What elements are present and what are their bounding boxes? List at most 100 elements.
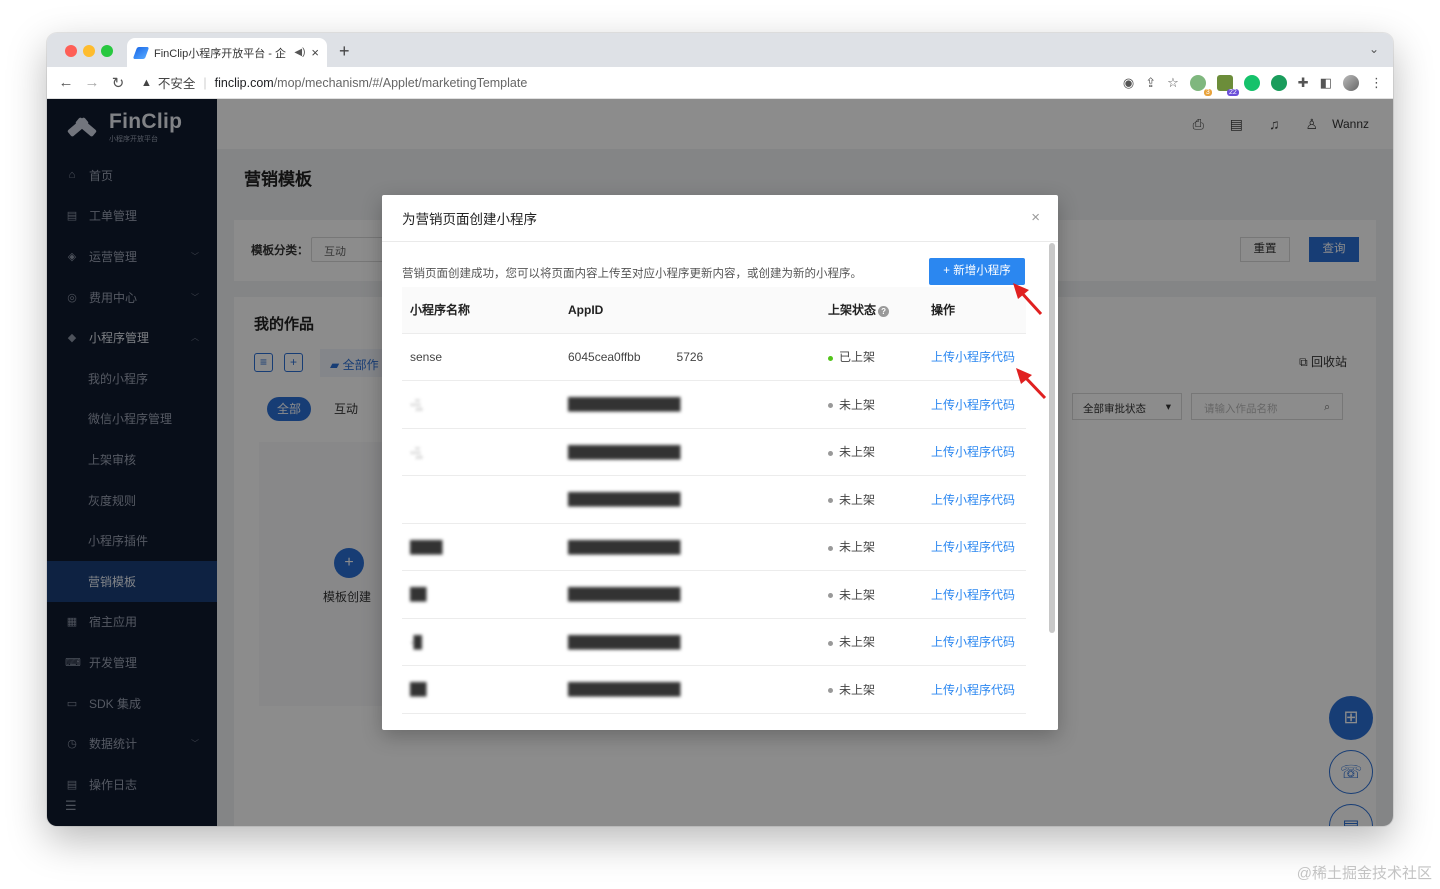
cell-appid: ██████████████: [560, 570, 820, 619]
extension-icon[interactable]: [1270, 75, 1287, 91]
cell-name: ··̗̈·͕: [402, 380, 560, 429]
cell-status: 未上架: [820, 380, 923, 429]
status-dot: [828, 355, 833, 361]
add-miniprogram-button[interactable]: + 新增小程序: [929, 258, 1025, 285]
grammarly-icon[interactable]: [1243, 75, 1260, 91]
tab-search-icon[interactable]: ⌄: [1369, 42, 1379, 56]
cell-action: 上传小程序代码: [923, 428, 1026, 476]
eye-icon[interactable]: ◉: [1123, 75, 1134, 91]
url-separator: |: [203, 75, 207, 90]
status-text: 未上架: [839, 587, 876, 602]
question-icon[interactable]: ?: [878, 305, 890, 317]
extension-badge: 3: [1203, 89, 1212, 96]
cell-status: 未上架: [820, 618, 923, 666]
appid-value: ██████████████: [568, 492, 681, 507]
upload-code-link[interactable]: 上传小程序代码: [931, 398, 1015, 412]
miniprogram-name: ██: [410, 682, 427, 697]
upload-code-link[interactable]: 上传小程序代码: [931, 588, 1015, 602]
profile-avatar[interactable]: [1343, 75, 1359, 91]
table-row: ██ ██████████████ 未上架 上传小程序代码: [402, 570, 1026, 619]
forward-icon[interactable]: →: [79, 74, 105, 91]
col-status-label: 上架状态: [828, 303, 877, 318]
appid-value: ██████████████: [568, 587, 681, 602]
appid-value: 6045cea0ffbb 5726: [568, 349, 704, 364]
reload-icon[interactable]: ↻: [105, 74, 131, 92]
url-host: finclip.com: [214, 75, 274, 90]
col-appid: AppID: [560, 287, 820, 334]
cell-appid: ██████████████: [560, 428, 820, 476]
create-miniprogram-dialog: 为营销页面创建小程序 × 营销页面创建成功，您可以将页面内容上传至对应小程序更新…: [382, 195, 1058, 730]
cell-name: sense: [402, 333, 560, 381]
status-dot: [828, 403, 833, 409]
table-row: ██████████████ 未上架 上传小程序代码: [402, 475, 1026, 524]
extension-icon[interactable]: 22: [1216, 75, 1239, 96]
maximize-window-icon[interactable]: [101, 45, 113, 57]
cell-status: 未上架: [820, 475, 923, 524]
appid-value: ██████████████: [568, 397, 681, 412]
cell-name: [402, 475, 560, 524]
status-text: 未上架: [839, 635, 876, 650]
appid-value: ██████████████: [568, 539, 681, 554]
address-bar[interactable]: ▲ 不安全 | finclip.com /mop/mechanism/#/App…: [141, 73, 527, 92]
bookmark-star-icon[interactable]: ☆: [1167, 75, 1179, 91]
upload-code-link[interactable]: 上传小程序代码: [931, 493, 1015, 507]
cell-appid: 6045cea0ffbb 5726: [560, 333, 820, 381]
cell-name: ·█: [402, 618, 560, 666]
cell-status: 未上架: [820, 570, 923, 619]
cell-status: 已上架: [820, 333, 923, 381]
cell-action: 上传小程序代码: [923, 523, 1026, 571]
col-action: 操作: [923, 287, 1026, 334]
tab-title: FinClip小程序开放平台 - 企: [154, 47, 287, 60]
tab-strip: FinClip小程序开放平台 - 企 ◀) × + ⌄: [47, 33, 1393, 67]
appid-value: ██████████████: [568, 682, 681, 697]
status-text: 未上架: [839, 492, 876, 507]
cell-status: 未上架: [820, 665, 923, 714]
status-text: 未上架: [839, 682, 876, 697]
status-text: 未上架: [839, 540, 876, 555]
cell-action: 上传小程序代码: [923, 475, 1026, 524]
status-dot: [828, 593, 833, 599]
miniprogram-table: 小程序名称 AppID 上架状态? 操作 sense 6045cea0ffbb 5…: [402, 287, 1026, 714]
back-icon[interactable]: ←: [53, 74, 79, 91]
url-path: /mop/mechanism/#/Applet/marketingTemplat…: [273, 75, 528, 90]
status-dot: [828, 640, 833, 646]
new-tab-icon[interactable]: +: [339, 41, 350, 62]
status-dot: [828, 498, 833, 504]
upload-code-link[interactable]: 上传小程序代码: [931, 540, 1015, 554]
puzzle-icon[interactable]: ✚: [1298, 75, 1309, 91]
browser-tab[interactable]: FinClip小程序开放平台 - 企 ◀) ×: [127, 38, 327, 67]
close-icon[interactable]: ×: [1031, 209, 1040, 226]
sidepanel-icon[interactable]: ◧: [1320, 75, 1332, 91]
more-menu-icon[interactable]: ⋮: [1370, 75, 1383, 91]
cell-status: 未上架: [820, 428, 923, 476]
upload-code-link[interactable]: 上传小程序代码: [931, 635, 1015, 649]
browser-tools: ◉ ⇪ ☆ 3 22 ✚ ◧ ⋮: [1123, 67, 1383, 99]
col-status: 上架状态?: [820, 287, 923, 334]
status-dot: [828, 688, 833, 694]
cell-appid: ██████████████: [560, 380, 820, 429]
status-dot: [828, 545, 833, 551]
upload-code-link[interactable]: 上传小程序代码: [931, 683, 1015, 697]
extension-icon[interactable]: 3: [1189, 75, 1212, 96]
speaker-icon[interactable]: ◀): [294, 47, 305, 58]
status-text: 未上架: [839, 397, 876, 412]
upload-code-link[interactable]: 上传小程序代码: [931, 445, 1015, 459]
tab-close-icon[interactable]: ×: [311, 45, 319, 60]
finclip-favicon-icon: [132, 46, 150, 59]
browser-toolbar: ← → ↻ ▲ 不安全 | finclip.com /mop/mechanism…: [47, 67, 1393, 99]
table-row: ██ ██████████████ 未上架 上传小程序代码: [402, 665, 1026, 714]
miniprogram-name: ████: [410, 539, 443, 554]
dialog-scrollbar[interactable]: [1049, 243, 1055, 633]
close-window-icon[interactable]: [65, 45, 77, 57]
cell-appid: ██████████████: [560, 523, 820, 571]
minimize-window-icon[interactable]: [83, 45, 95, 57]
miniprogram-name: ██: [410, 587, 427, 602]
share-icon[interactable]: ⇪: [1145, 75, 1156, 91]
table-row: ··̗̈·͕ ██████████████ 未上架 上传小程序代码: [402, 428, 1026, 476]
col-name: 小程序名称: [402, 287, 560, 334]
upload-code-link[interactable]: 上传小程序代码: [931, 350, 1015, 364]
cell-status: 未上架: [820, 523, 923, 571]
dialog-title: 为营销页面创建小程序: [382, 195, 1058, 242]
miniprogram-name: sense: [410, 349, 443, 364]
status-dot: [828, 450, 833, 456]
